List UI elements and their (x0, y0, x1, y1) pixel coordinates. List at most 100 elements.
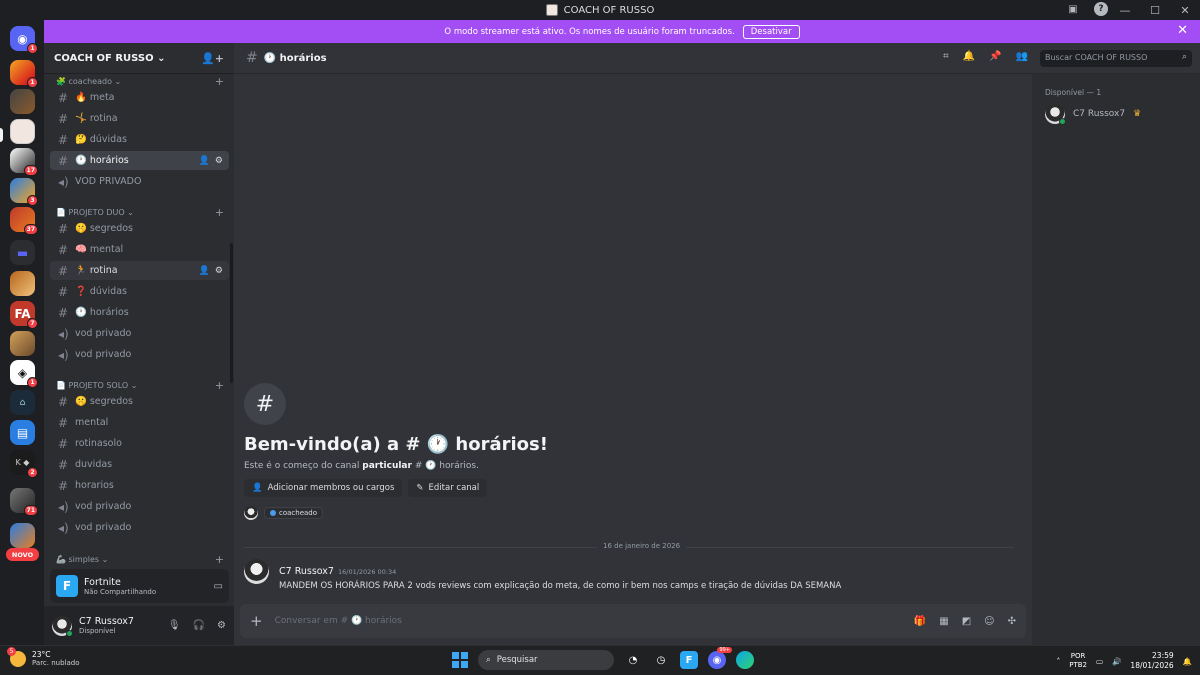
emoji-icon[interactable]: ☺ (984, 616, 994, 627)
server-icon-14[interactable]: ▤ (10, 420, 35, 445)
server-icon-coach-of-russo[interactable] (10, 119, 35, 144)
channel-item[interactable]: ◂) vod privado (50, 345, 229, 364)
pin-icon[interactable]: 📌 (989, 51, 1001, 62)
server-icon-17[interactable] (10, 523, 35, 548)
server-icon-6[interactable]: 3 (10, 178, 38, 206)
category-simples[interactable]: 🦾 simples ⌄ + (56, 553, 224, 564)
screen-share-icon[interactable]: ▭ (214, 581, 223, 592)
threads-icon[interactable]: ⌗ (943, 51, 949, 62)
avatar[interactable] (244, 506, 258, 520)
headphones-icon[interactable]: 🎧 (193, 620, 205, 631)
server-icon-2[interactable] (10, 89, 35, 114)
gear-icon[interactable]: ⚙ (215, 266, 223, 276)
channel-item[interactable]: # 🤔 dúvidas (50, 130, 229, 149)
server-header[interactable]: COACH OF RUSSO ⌄ 👤+ (44, 43, 234, 74)
server-icon-16[interactable]: 71 (10, 488, 38, 516)
category-projeto-solo[interactable]: 📄 PROJETO SOLO ⌄ + (56, 379, 224, 392)
apps-icon[interactable]: ✣ (1008, 616, 1016, 627)
channel-item[interactable]: ◂) VOD PRIVADO (50, 172, 229, 191)
gear-icon[interactable]: ⚙ (215, 156, 223, 166)
edge-browser-icon[interactable] (736, 651, 754, 669)
avatar[interactable] (52, 615, 73, 637)
role-tag[interactable]: coacheado (264, 507, 324, 519)
sticker-icon[interactable]: ◩ (962, 616, 971, 627)
edit-channel-button[interactable]: ✎ Editar canal (408, 479, 488, 497)
gif-icon[interactable]: ▦ (939, 616, 948, 627)
fortnite-taskbar-icon[interactable]: F (680, 651, 698, 669)
close-window-button[interactable]: ✕ (1170, 4, 1200, 17)
avatar[interactable] (244, 559, 269, 584)
activity-panel[interactable]: F Fortnite Não Compartilhando ▭ (50, 569, 229, 603)
search-input[interactable]: Buscar COACH OF RUSSO ⌕ (1040, 50, 1192, 67)
weather-widget[interactable]: 5 23°C Parc. nublado (7, 646, 80, 667)
channel-item[interactable]: # 🕐 horários (50, 303, 229, 322)
message-composer[interactable]: + Conversar em # 🕐 horários 🎁 ▦ ◩ ☺ ✣ (240, 604, 1026, 638)
language-code[interactable]: POR (1069, 652, 1087, 661)
add-channel-icon[interactable]: + (215, 75, 224, 88)
channel-item[interactable]: # 🤫 segredos (50, 392, 229, 411)
channel-item[interactable]: # horarios (50, 476, 229, 495)
home-button[interactable]: ◉ 1 (10, 26, 38, 54)
add-channel-icon[interactable]: + (215, 379, 224, 392)
add-channel-icon[interactable]: + (215, 206, 224, 219)
channel-item[interactable]: ◂) vod privado (50, 324, 229, 343)
app-icon-1[interactable]: ◔ (624, 651, 642, 669)
category-coacheado[interactable]: 🧩 coacheado ⌄ + (56, 75, 224, 88)
channel-item-active[interactable]: # 🕐 horários 👤 ⚙ (50, 151, 229, 170)
maximize-button[interactable]: ☐ (1140, 4, 1170, 17)
server-icon-13[interactable]: ⌂ (10, 390, 35, 415)
banner-close-icon[interactable]: ✕ (1177, 23, 1188, 38)
message-author[interactable]: C7 Russox7 (279, 566, 334, 577)
discord-taskbar-icon[interactable]: ◉ 99+ (708, 647, 732, 669)
server-icon-1[interactable]: 1 (10, 60, 38, 88)
keyboard-layout[interactable]: PTB2 (1069, 661, 1087, 670)
inbox-icon[interactable]: ▣ (1066, 2, 1080, 16)
add-members-button[interactable]: 👤 Adicionar membros ou cargos (244, 479, 403, 497)
add-member-icon[interactable]: 👤 (199, 156, 210, 166)
server-icon-11[interactable] (10, 331, 35, 356)
invite-people-icon[interactable]: 👤+ (201, 52, 224, 65)
server-icon-15[interactable]: K ◆ 2 (10, 450, 38, 478)
channel-item[interactable]: # duvidas (50, 455, 229, 474)
chevron-up-icon[interactable]: ˄ (1056, 657, 1060, 666)
channel-item[interactable]: # rotinasolo (50, 434, 229, 453)
channel-item[interactable]: # mental (50, 413, 229, 432)
taskbar-search[interactable]: ⌕ Pesquisar (478, 650, 614, 670)
message[interactable]: C7 Russox7 16/01/2026 00:34 MANDEM OS HOR… (244, 559, 841, 591)
add-channel-icon[interactable]: + (215, 553, 224, 564)
server-icon-5[interactable]: 17 (10, 148, 38, 176)
minimize-button[interactable]: — (1110, 4, 1140, 17)
attach-plus-icon[interactable]: + (250, 612, 263, 630)
channel-item[interactable]: ◂) vod privado (50, 497, 229, 516)
server-icon-9[interactable] (10, 271, 35, 296)
gear-icon[interactable]: ⚙ (217, 620, 226, 631)
notification-icon[interactable]: 🔔 (1183, 657, 1192, 666)
system-clock[interactable]: 23:59 18/01/2026 (1130, 651, 1173, 671)
channel-item-hover[interactable]: # 🏃 rotina 👤 ⚙ (50, 261, 229, 280)
folder-icon[interactable]: ▬ (10, 240, 35, 265)
channel-item[interactable]: # 🧠 mental (50, 240, 229, 259)
channel-item[interactable]: # 🤫 segredos (50, 219, 229, 238)
clock-app-icon[interactable]: ◷ (652, 651, 670, 669)
channel-item[interactable]: # ❓ dúvidas (50, 282, 229, 301)
disable-streamer-button[interactable]: Desativar (742, 24, 800, 39)
server-icon-12[interactable]: ◈ 1 (10, 360, 38, 388)
display-icon[interactable]: ▭ (1096, 657, 1103, 666)
message-input[interactable]: Conversar em # 🕐 horários (275, 616, 402, 626)
channel-scrollbar[interactable] (230, 243, 233, 383)
add-member-icon[interactable]: 👤 (199, 266, 210, 276)
channel-item[interactable]: # 🔥 meta (50, 88, 229, 107)
category-projeto-duo[interactable]: 📄 PROJETO DUO ⌄ + (56, 206, 224, 219)
server-icon-7[interactable]: 37 (10, 207, 38, 235)
microphone-icon[interactable]: 🎙 (168, 620, 181, 631)
channel-item[interactable]: ◂) vod privado (50, 518, 229, 537)
member-item[interactable]: C7 Russox7 ♛ (1045, 104, 1200, 125)
members-icon[interactable]: 👥 (1016, 51, 1028, 62)
help-icon[interactable]: ? (1094, 2, 1108, 16)
windows-start-icon[interactable] (452, 652, 468, 668)
bell-icon[interactable]: 🔔 (963, 51, 975, 62)
volume-icon[interactable]: 🔊 (1112, 657, 1121, 666)
gift-icon[interactable]: 🎁 (914, 616, 926, 627)
server-icon-10[interactable]: FA 7 (10, 301, 38, 329)
channel-item[interactable]: # 🤸 rotina (50, 109, 229, 128)
